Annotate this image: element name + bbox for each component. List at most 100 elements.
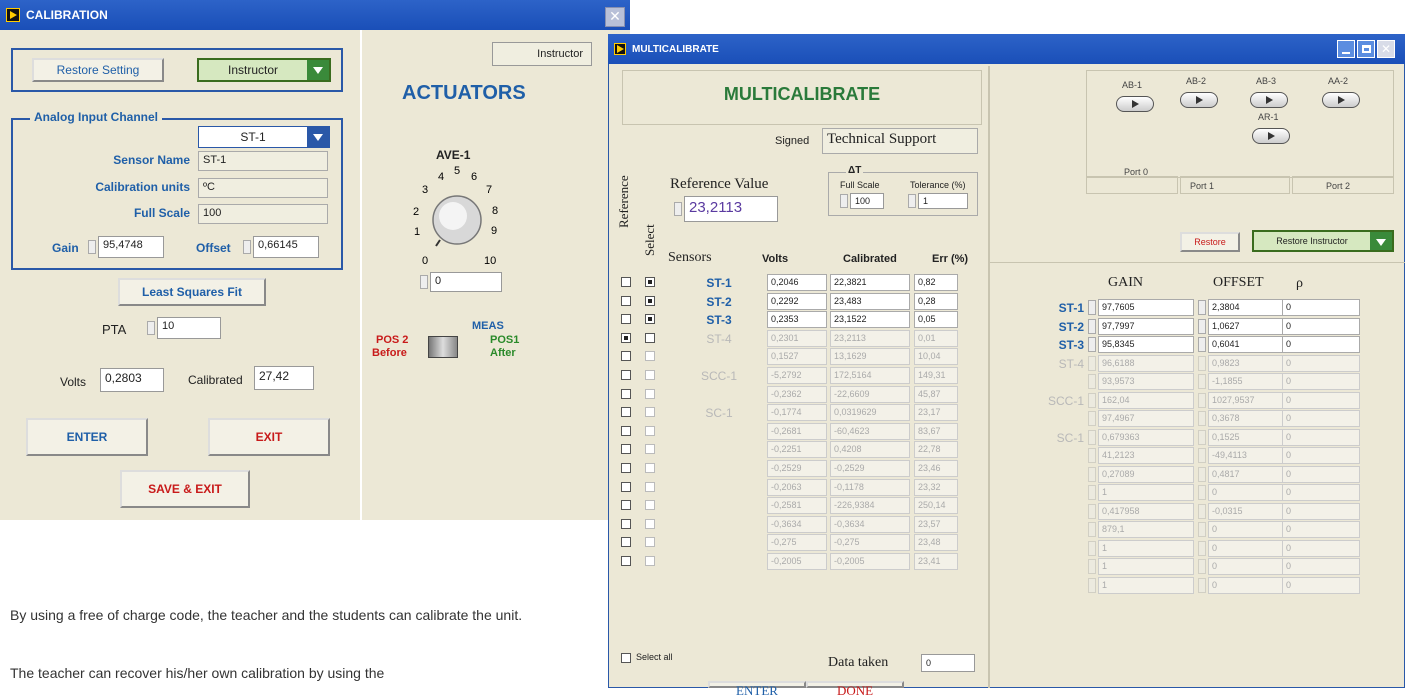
spinner-arrows-icon[interactable] (1088, 467, 1096, 482)
multi-enter-button[interactable]: ENTER (708, 681, 806, 698)
offset-cell[interactable]: 0 (1208, 558, 1290, 575)
rho-cell[interactable]: 0 (1282, 336, 1360, 353)
spinner-arrows-icon[interactable] (1088, 448, 1096, 463)
gain-cell[interactable]: 1 (1098, 577, 1194, 594)
gain-cell[interactable]: 1 (1098, 484, 1194, 501)
offset-cell[interactable]: 0 (1208, 521, 1290, 538)
offset-cell[interactable]: 0,6041 (1208, 336, 1290, 353)
offset-cell[interactable]: 1,0627 (1208, 318, 1290, 335)
spinner-arrows-icon[interactable] (1198, 393, 1206, 408)
toggle-switch-icon[interactable] (1322, 92, 1360, 108)
spinner-arrows-icon[interactable] (1198, 522, 1206, 537)
offset-cell[interactable]: 0,9823 (1208, 355, 1290, 372)
gain-field[interactable]: 95,4748 (98, 236, 164, 258)
spinner-arrows-icon[interactable] (1088, 393, 1096, 408)
offset-cell[interactable]: -0,0315 (1208, 503, 1290, 520)
gain-cell[interactable]: 95,8345 (1098, 336, 1194, 353)
rho-cell[interactable]: 0 (1282, 503, 1360, 520)
spinner-arrows-icon[interactable] (420, 275, 428, 289)
toggle-switch-icon[interactable] (1180, 92, 1218, 108)
spinner-arrows-icon[interactable] (243, 240, 251, 254)
spinner-arrows-icon[interactable] (1088, 485, 1096, 500)
reference-checkbox[interactable] (621, 500, 631, 510)
reference-checkbox[interactable] (621, 296, 631, 306)
spinner-arrows-icon[interactable] (1088, 559, 1096, 574)
reference-checkbox[interactable] (621, 333, 631, 343)
offset-cell[interactable]: 0,4817 (1208, 466, 1290, 483)
offset-cell[interactable]: 0 (1208, 577, 1290, 594)
select-checkbox[interactable] (645, 482, 655, 492)
select-checkbox[interactable] (645, 333, 655, 343)
rho-cell[interactable]: 0 (1282, 373, 1360, 390)
spinner-arrows-icon[interactable] (1088, 374, 1096, 389)
spinner-arrows-icon[interactable] (1198, 485, 1206, 500)
gain-cell[interactable]: 162,04 (1098, 392, 1194, 409)
spinner-arrows-icon[interactable] (1088, 337, 1096, 352)
multi-done-button[interactable]: DONE (806, 681, 904, 698)
offset-cell[interactable]: 1027,9537 (1208, 392, 1290, 409)
gain-cell[interactable]: 41,2123 (1098, 447, 1194, 464)
exit-button[interactable]: EXIT (208, 418, 330, 456)
toggle-switch-icon[interactable] (1250, 92, 1288, 108)
dial-value-field[interactable]: 0 (430, 272, 502, 292)
spinner-arrows-icon[interactable] (908, 194, 916, 208)
full-scale-field[interactable]: 100 (850, 193, 884, 209)
channel-select[interactable]: ST-1 (198, 126, 330, 148)
spinner-arrows-icon[interactable] (1088, 430, 1096, 445)
spinner-arrows-icon[interactable] (1198, 578, 1206, 593)
spinner-arrows-icon[interactable] (1198, 374, 1206, 389)
valve-dial[interactable]: 0 1 2 3 4 5 6 7 8 9 10 (392, 160, 522, 270)
full-scale-spinner[interactable]: 100 (840, 193, 884, 209)
spinner-arrows-icon[interactable] (1088, 319, 1096, 334)
rho-cell[interactable]: 0 (1282, 466, 1360, 483)
spinner-arrows-icon[interactable] (1198, 411, 1206, 426)
calibration-titlebar[interactable]: CALIBRATION (0, 0, 630, 30)
dial-value-spinner[interactable]: 0 (420, 272, 502, 292)
offset-cell[interactable]: 0 (1208, 540, 1290, 557)
select-checkbox[interactable] (645, 519, 655, 529)
spinner-arrows-icon[interactable] (674, 202, 682, 216)
spinner-arrows-icon[interactable] (1088, 504, 1096, 519)
spinner-arrows-icon[interactable] (147, 321, 155, 335)
reference-checkbox[interactable] (621, 277, 631, 287)
pta-field[interactable]: 10 (157, 317, 221, 339)
spinner-arrows-icon[interactable] (1088, 300, 1096, 315)
select-all-checkbox[interactable] (621, 653, 631, 663)
spinner-arrows-icon[interactable] (840, 194, 848, 208)
spinner-arrows-icon[interactable] (1198, 337, 1206, 352)
spinner-arrows-icon[interactable] (1198, 559, 1206, 574)
rho-cell[interactable]: 0 (1282, 558, 1360, 575)
spinner-arrows-icon[interactable] (1088, 578, 1096, 593)
select-checkbox[interactable] (645, 407, 655, 417)
select-checkbox[interactable] (645, 537, 655, 547)
offset-cell[interactable]: 0 (1208, 484, 1290, 501)
gain-cell[interactable]: 1 (1098, 558, 1194, 575)
reference-checkbox[interactable] (621, 426, 631, 436)
reference-checkbox[interactable] (621, 389, 631, 399)
rho-cell[interactable]: 0 (1282, 299, 1360, 316)
select-checkbox[interactable] (645, 296, 655, 306)
reference-value-spinner[interactable]: 23,2113 (674, 196, 778, 222)
multicalibrate-titlebar[interactable]: MULTICALIBRATE (608, 34, 1405, 64)
select-checkbox[interactable] (645, 389, 655, 399)
select-checkbox[interactable] (645, 351, 655, 361)
spinner-arrows-icon[interactable] (1198, 356, 1206, 371)
restore-instructor-select[interactable]: Restore Instructor (1252, 230, 1394, 252)
toggle-switch-icon[interactable] (1116, 96, 1154, 112)
gain-cell[interactable]: 879,1 (1098, 521, 1194, 538)
rho-cell[interactable]: 0 (1282, 447, 1360, 464)
rho-cell[interactable]: 0 (1282, 392, 1360, 409)
user-select[interactable]: Instructor (197, 58, 331, 82)
reference-checkbox[interactable] (621, 407, 631, 417)
select-checkbox[interactable] (645, 444, 655, 454)
gain-cell[interactable]: 1 (1098, 540, 1194, 557)
spinner-arrows-icon[interactable] (1088, 356, 1096, 371)
rho-cell[interactable]: 0 (1282, 355, 1360, 372)
gain-cell[interactable]: 97,4967 (1098, 410, 1194, 427)
close-icon[interactable]: ✕ (1377, 40, 1395, 58)
restore-button[interactable]: Restore (1180, 232, 1240, 252)
enter-button[interactable]: ENTER (26, 418, 148, 456)
gain-cell[interactable]: 0,679363 (1098, 429, 1194, 446)
gain-cell[interactable]: 97,7605 (1098, 299, 1194, 316)
reference-value-field[interactable]: 23,2113 (684, 196, 778, 222)
